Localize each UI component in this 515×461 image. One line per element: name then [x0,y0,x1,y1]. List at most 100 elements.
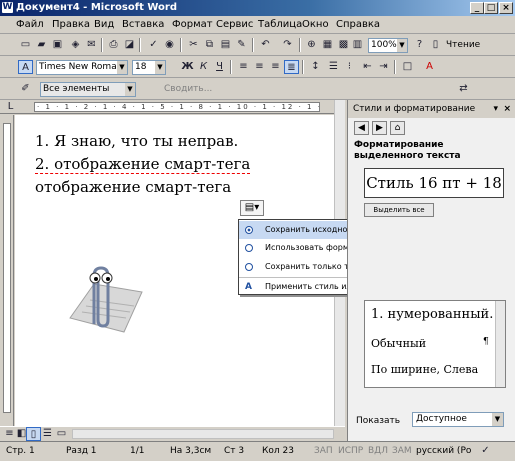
horizontal-scrollbar[interactable] [72,429,334,439]
show-markup-button[interactable]: Сводить... [164,84,212,94]
research-icon[interactable]: ◉ [162,38,177,52]
styles-list[interactable]: 1. нумерованный. Обычный ¶ По ширине, Сл… [364,300,506,388]
spelling-icon[interactable]: ✓ [146,38,161,52]
font-combo[interactable]: Times New Roman ▼ [36,60,128,75]
menu-table[interactable]: Таблица [258,19,302,30]
style-icon: A [245,282,252,292]
horizontal-ruler[interactable]: L · 1 · 1 · 2 · 1 · 4 · 1 · 5 · 1 · 8 · … [0,100,345,114]
redo-icon[interactable]: ↷ [280,38,295,52]
task-pane-close[interactable]: × [503,100,511,118]
cut-icon[interactable]: ✂ [186,38,201,52]
chevron-down-icon: ▼ [117,61,127,74]
select-all-button[interactable]: Выделить все [364,203,434,217]
reviewing-toolbar: ✐ Все элементы ▼ Сводить... ⇄ [0,79,515,100]
style-item-normal[interactable]: Обычный [371,337,426,350]
menu-help[interactable]: Справка [336,19,380,30]
radio-icon [245,263,253,271]
excel-table-icon[interactable]: ▩ [336,38,351,52]
current-style-box[interactable]: Стиль 16 пт + 18 [364,168,504,198]
menu-file[interactable]: Файл [16,19,44,30]
new-document-icon[interactable]: ▭ [18,38,33,52]
paste-options-button[interactable]: ▤▾ [240,200,264,216]
paste-icon[interactable]: ▤ [218,38,233,52]
align-left-icon[interactable]: ≡ [236,60,251,74]
menu-tools[interactable]: Сервис [216,19,253,30]
line-spacing-icon[interactable]: ↕ [308,60,323,74]
styles-pane-icon[interactable]: A [18,60,33,74]
decrease-indent-icon[interactable]: ⇤ [360,60,375,74]
chevron-down-icon: ▼ [492,413,503,426]
selected-text-formatting-heading: Форматирование выделенного текста [354,140,461,161]
outline-view-icon[interactable]: ☰ [40,427,55,441]
style-item-justified[interactable]: По ширине, Слева [371,363,478,376]
justify-icon[interactable]: ≣ [284,60,299,74]
minimize-button[interactable]: _ [470,2,484,14]
print-layout-icon[interactable]: ▯ [26,427,41,441]
borders-icon[interactable]: □ [400,60,415,74]
maximize-button[interactable]: □ [484,2,498,14]
underline-button[interactable]: Ч [212,60,227,74]
status-extend[interactable]: ВДЛ [368,446,388,456]
status-overtype[interactable]: ЗАМ [392,446,412,456]
columns-icon[interactable]: ▥ [350,38,365,52]
menu-window[interactable]: Окно [302,19,329,30]
reading-mode-icon[interactable]: ▯ [428,38,443,52]
save-icon[interactable]: ▣ [50,38,65,52]
email-icon[interactable]: ✉ [84,38,99,52]
document-line-2[interactable]: 2. отображение смарт-тега [35,155,251,174]
open-folder-icon[interactable]: ▰ [34,38,49,52]
print-icon[interactable]: ⎙ [106,38,121,52]
close-button[interactable]: × [499,2,513,14]
hyperlink-icon[interactable]: ⊕ [304,38,319,52]
help-icon[interactable]: ? [412,38,427,52]
copy-icon[interactable]: ⧉ [202,38,217,52]
chevron-down-icon[interactable]: ▾ [493,100,498,118]
menu-format[interactable]: Формат [172,19,213,30]
document-line-3[interactable]: отображение смарт-тега [35,178,231,196]
formatting-toolbar: A Times New Roman ▼ 18 ▼ Ж К Ч ≡ ≡ ≡ ≣ ↕ ☰… [0,57,515,78]
reading-view-icon[interactable]: ▭ [54,427,69,441]
print-preview-icon[interactable]: ◪ [122,38,137,52]
table-icon[interactable]: ▦ [320,38,335,52]
tab-stop-icon[interactable]: L [3,100,18,114]
style-item-numbered[interactable]: 1. нумерованный. [371,307,493,322]
show-select[interactable]: Доступное ▼ [412,412,504,427]
undo-icon[interactable]: ↶ [258,38,273,52]
status-track-changes[interactable]: ИСПР [338,446,363,456]
menu-insert[interactable]: Вставка [122,19,164,30]
status-record[interactable]: ЗАП [314,446,333,456]
display-value: Все элементы [43,84,110,94]
font-color-icon[interactable]: A [422,60,437,74]
bullets-icon[interactable]: ⁝ [342,60,357,74]
menu-edit[interactable]: Правка [52,19,90,30]
menu-bar: Файл Правка Вид Вставка Формат Сервис Та… [0,17,515,34]
menu-view[interactable]: Вид [94,19,114,30]
display-for-review-combo[interactable]: Все элементы ▼ [40,82,136,97]
office-assistant-clippy[interactable] [64,262,144,334]
radio-icon [245,244,253,252]
spelling-status-icon[interactable]: ✓ [478,444,493,458]
align-right-icon[interactable]: ≡ [268,60,283,74]
home-icon[interactable]: ⌂ [390,121,405,135]
reading-mode-button[interactable]: Чтение [446,40,480,50]
zoom-combo[interactable]: 100% ▼ [368,38,408,53]
styles-list-scrollbar[interactable] [495,301,505,387]
format-painter-icon[interactable]: ✎ [234,38,249,52]
reviewing-icon[interactable]: ✐ [18,82,33,96]
status-page: Стр. 1 [6,446,35,456]
status-section: Разд 1 [66,446,97,456]
vertical-ruler[interactable] [0,115,14,426]
italic-button[interactable]: К [196,60,211,74]
font-size-combo[interactable]: 18 ▼ [132,60,166,75]
task-pane-toggle-icon[interactable]: ⇄ [456,82,471,96]
permission-icon[interactable]: ◈ [68,38,83,52]
radio-icon [245,226,253,234]
increase-indent-icon[interactable]: ⇥ [376,60,391,74]
bold-button[interactable]: Ж [180,60,195,74]
forward-icon[interactable]: ▶ [372,121,387,135]
status-position: На 3,3см [170,446,212,456]
document-line-1[interactable]: 1. Я знаю, что ты неправ. [35,132,238,150]
align-center-icon[interactable]: ≡ [252,60,267,74]
back-icon[interactable]: ◀ [354,121,369,135]
numbering-icon[interactable]: ☰ [326,60,341,74]
